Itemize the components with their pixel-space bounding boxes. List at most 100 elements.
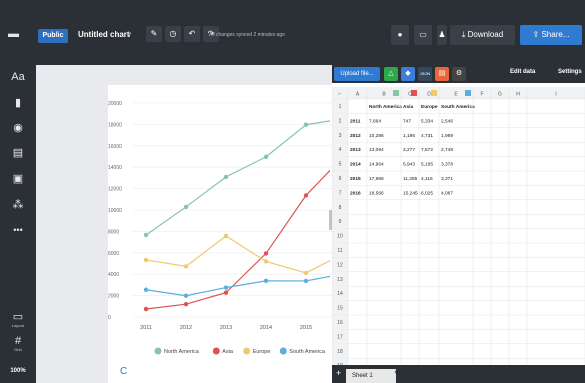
data-point: [183, 302, 189, 307]
cell: 6,025: [421, 190, 433, 196]
cell: 13,094: [369, 147, 384, 153]
row-number: 9: [339, 219, 342, 225]
tab-settings[interactable]: Settings: [558, 69, 582, 75]
tab-edit-data[interactable]: Edit data: [510, 69, 535, 75]
row-number: 5: [339, 162, 342, 168]
row-number: 16: [337, 320, 343, 326]
data-point: [143, 306, 149, 312]
column-header: ⌐: [339, 92, 342, 98]
history-icon[interactable]: ◷: [165, 26, 181, 42]
public-button[interactable]: Public: [38, 29, 68, 43]
legend-marker: [243, 347, 251, 355]
column-header: I: [555, 92, 556, 98]
series-line: [145, 235, 330, 274]
legend-label: Europe: [253, 349, 271, 355]
row-number: 17: [337, 334, 343, 340]
present-icon[interactable]: ▭: [414, 25, 432, 45]
palette-icon[interactable]: ◉: [0, 121, 36, 134]
data-point: [183, 264, 189, 269]
row-number: 15: [337, 306, 343, 312]
undo-icon[interactable]: ↶: [184, 26, 200, 42]
data-point: [143, 257, 149, 263]
data-point: [263, 251, 269, 256]
y-tick-label: 6000: [108, 251, 119, 257]
layout-button[interactable]: ▭ Layout: [0, 310, 36, 328]
series-north-america: [143, 120, 330, 238]
layout-icon: ▭: [12, 311, 24, 323]
data-point: [223, 285, 229, 290]
top-bar: ▬ Public Untitled chart ∨ ✎ ◷ ↶ ↷ All ch…: [0, 0, 585, 65]
row-number: 10: [337, 234, 343, 240]
series-south-america: [143, 275, 330, 298]
menu-icon[interactable]: ▬: [8, 28, 20, 40]
row-number: 11: [337, 248, 342, 254]
chart-credit-icon[interactable]: C: [120, 366, 127, 377]
data-point: [183, 293, 189, 298]
x-tick-label: 2013: [220, 325, 232, 331]
brush-icon[interactable]: ✎: [146, 26, 162, 42]
zoom-level[interactable]: 100%: [0, 368, 36, 374]
cell: 5,334: [421, 118, 433, 124]
series-europe: [143, 233, 330, 276]
cell: 2013: [350, 147, 361, 153]
legend-marker: [279, 347, 287, 355]
row-number: 3: [339, 133, 342, 139]
settings-gear-icon[interactable]: ⚙: [452, 67, 466, 81]
text-style-icon[interactable]: Aa: [0, 71, 36, 83]
file-icon[interactable]: ▤: [435, 67, 449, 81]
column-header: H: [516, 92, 520, 98]
column-header: F: [480, 92, 483, 98]
x-tick-label: 2012: [180, 325, 192, 331]
line-chart[interactable]: 2000018000160001400012000100008000600040…: [106, 85, 332, 363]
spreadsheet-grid[interactable]: ⌐ A B C D E F G H I1 North America Asia Europe South …: [332, 87, 585, 365]
cell: 10,286: [369, 133, 384, 139]
cell: 11,365: [403, 176, 418, 182]
cell: 2014: [350, 162, 361, 168]
panel-toolbar: Upload file... △ ◆ JSON ▤ ⚙ Edit data Se…: [332, 65, 585, 83]
dropbox-icon[interactable]: ◆: [401, 67, 415, 81]
comment-icon[interactable]: ●: [391, 25, 409, 45]
row-number: 13: [337, 277, 343, 283]
share-button[interactable]: ⇪ Share...: [520, 25, 582, 45]
cell: 5,943: [403, 162, 415, 168]
row-number: 7: [339, 190, 342, 196]
download-button[interactable]: ⤓ Download: [450, 25, 515, 45]
user-icon[interactable]: ♟: [437, 25, 447, 45]
data-panel: Upload file... △ ◆ JSON ▤ ⚙ Edit data Se…: [332, 65, 585, 383]
series-color-tag: [411, 90, 417, 96]
share-label: Share...: [541, 30, 570, 39]
decorate-icon[interactable]: ⁂: [0, 198, 36, 211]
cell: 7,572: [421, 147, 433, 153]
data-point: [303, 270, 309, 276]
cell: 1,195: [403, 133, 415, 139]
chart-title[interactable]: Untitled chart: [78, 30, 130, 39]
cell: 2,546: [441, 118, 453, 124]
data-point: [223, 233, 229, 239]
more-icon[interactable]: •••: [0, 225, 36, 235]
json-icon[interactable]: JSON: [418, 67, 432, 81]
image-icon[interactable]: ▣: [0, 172, 36, 185]
add-sheet-icon[interactable]: +: [336, 368, 341, 378]
cell: 5,195: [421, 162, 433, 168]
sheet-dropdown-icon[interactable]: ∨: [394, 369, 398, 376]
google-drive-icon[interactable]: △: [384, 67, 398, 81]
chart-type-icon[interactable]: ▮: [0, 96, 36, 109]
y-tick-label: 20000: [108, 101, 122, 107]
row-number: 12: [337, 262, 343, 268]
y-tick-label: 0: [108, 315, 111, 321]
grid-button[interactable]: # Grid: [0, 335, 36, 352]
cell: 2016: [350, 190, 361, 196]
upload-file-button[interactable]: Upload file...: [334, 67, 380, 81]
column-header: D: [427, 92, 431, 98]
sheet-tab[interactable]: Sheet 1: [346, 369, 396, 383]
series-color-tag: [431, 90, 437, 96]
data-icon[interactable]: ▤: [0, 146, 36, 159]
cell: 1,989: [441, 133, 453, 139]
data-point: [303, 278, 309, 284]
sheet-bar: + Sheet 1 ∨: [332, 365, 585, 383]
series-color-tag: [393, 90, 399, 96]
title-dropdown-icon[interactable]: ∨: [126, 30, 132, 39]
cell: Europe: [421, 104, 438, 110]
data-point: [263, 154, 269, 160]
y-tick-label: 2000: [108, 294, 119, 300]
